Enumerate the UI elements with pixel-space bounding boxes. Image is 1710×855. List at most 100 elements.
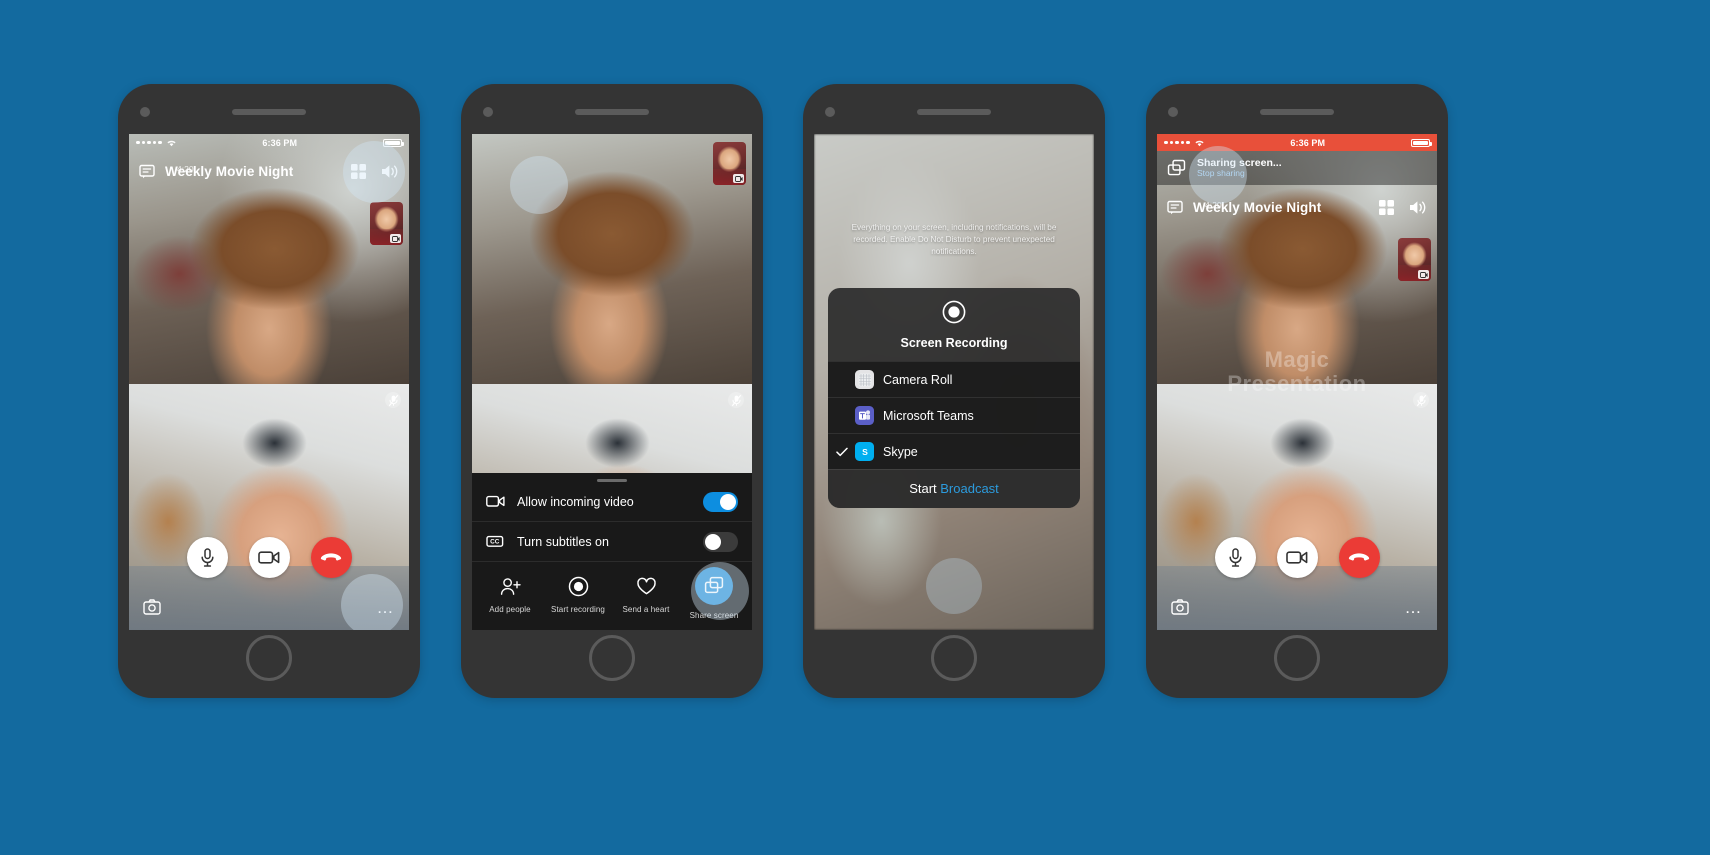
signal-dots-icon <box>136 140 162 145</box>
home-button[interactable] <box>1274 635 1320 681</box>
option-row-allow-incoming-video[interactable]: Allow incoming video <box>472 482 752 521</box>
camera-button[interactable] <box>1276 537 1318 578</box>
status-bar: 6:36 PM <box>129 134 409 151</box>
thumbnail-badge-icon <box>733 174 744 183</box>
camera-button[interactable] <box>248 537 290 578</box>
heart-icon <box>633 573 659 599</box>
action-label: Start recording <box>551 605 605 614</box>
call-header: Weekly Movie Night <box>129 151 409 191</box>
battery-icon <box>1411 138 1432 147</box>
speaker-icon[interactable] <box>380 163 399 180</box>
call-header: Weekly Movie Night <box>1157 187 1437 227</box>
watermark-line-2: Presentation <box>1227 371 1367 397</box>
grid-layout-icon[interactable] <box>1378 199 1395 216</box>
participant-thumbnail[interactable] <box>370 202 403 245</box>
pip-mute-icon <box>1413 392 1429 408</box>
sheet-title: Screen Recording <box>900 336 1008 350</box>
action-start-recording[interactable]: Start recording <box>546 573 610 614</box>
front-camera <box>825 107 835 117</box>
earpiece-speaker <box>575 109 649 115</box>
home-button[interactable] <box>931 635 977 681</box>
action-share-screen[interactable]: Share screen <box>682 567 746 620</box>
phone-2-screen: Allow incoming video CC Turn subtitles o… <box>472 134 752 630</box>
broadcast-option-skype[interactable]: S Skype <box>828 433 1080 469</box>
pip-mute-icon <box>385 392 401 408</box>
svg-text:S: S <box>862 447 868 457</box>
microphone-button[interactable] <box>186 537 228 578</box>
end-call-icon <box>320 552 342 561</box>
status-time: 6:36 PM <box>262 137 298 148</box>
microphone-button[interactable] <box>1214 537 1256 578</box>
flip-camera-icon <box>1171 599 1189 615</box>
screenshot-canvas: 6:36 PM Weekly Movie Night 4:20 … Allow … <box>0 0 1710 855</box>
broadcast-option-label: Skype <box>883 444 918 459</box>
more-options-button[interactable]: … <box>1405 599 1424 616</box>
earpiece-speaker <box>917 109 991 115</box>
home-button[interactable] <box>589 635 635 681</box>
phone-2-options: Allow incoming video CC Turn subtitles o… <box>461 84 763 698</box>
action-add-people[interactable]: Add people <box>478 573 542 614</box>
more-options-button[interactable]: … <box>377 599 396 616</box>
wifi-icon <box>1194 138 1205 147</box>
checkmark-icon <box>836 447 852 457</box>
broadcast-option-label: Microsoft Teams <box>883 408 974 423</box>
home-button[interactable] <box>246 635 292 681</box>
call-controls <box>1157 537 1437 578</box>
earpiece-speaker <box>232 109 306 115</box>
signal-dots-icon <box>1164 140 1190 145</box>
video-camera-icon <box>258 551 280 564</box>
microsoft-teams-icon <box>855 406 874 425</box>
thumbnail-badge-icon <box>1418 270 1429 279</box>
action-label: Share screen <box>689 611 739 620</box>
flip-camera-button[interactable] <box>143 599 161 617</box>
call-title: Weekly Movie Night <box>165 163 294 179</box>
microphone-icon <box>200 548 214 567</box>
participant-thumbnail[interactable] <box>713 142 746 185</box>
chat-bubble-icon[interactable] <box>139 164 155 179</box>
local-video-bottom <box>1157 383 1437 630</box>
microphone-icon <box>1228 548 1242 567</box>
end-call-button[interactable] <box>310 537 352 578</box>
sharing-screen-banner[interactable]: Sharing screen... Stop sharing <box>1157 151 1437 185</box>
sheet-header: Screen Recording <box>828 288 1080 361</box>
chat-bubble-icon[interactable] <box>1167 200 1183 215</box>
watermark-line-1: Magic <box>1264 347 1330 372</box>
speaker-icon[interactable] <box>1408 199 1427 216</box>
stop-sharing-link[interactable]: Stop sharing <box>1197 168 1282 179</box>
screen-recording-note: Everything on your screen, including not… <box>851 223 1057 256</box>
video-camera-icon <box>486 495 505 508</box>
front-camera <box>1168 107 1178 117</box>
pip-mute-icon <box>728 392 744 408</box>
action-send-a-heart[interactable]: Send a heart <box>614 573 678 614</box>
participant-thumbnail[interactable] <box>1398 238 1431 281</box>
toggle-allow-incoming-video[interactable] <box>703 491 738 512</box>
action-label: Add people <box>489 605 531 614</box>
wifi-icon <box>166 138 177 147</box>
add-person-icon <box>497 573 523 599</box>
front-camera <box>140 107 150 117</box>
broadcast-option-camera-roll[interactable]: Camera Roll <box>828 361 1080 397</box>
phone-1-screen: 6:36 PM Weekly Movie Night 4:20 … <box>129 134 409 630</box>
phone-3-broadcast: Everything on your screen, including not… <box>803 84 1105 698</box>
option-row-turn-subtitles-on[interactable]: CC Turn subtitles on <box>472 522 752 561</box>
start-broadcast-button[interactable]: Start Broadcast <box>828 469 1080 508</box>
toggle-turn-subtitles-on[interactable] <box>703 531 738 552</box>
svg-text:CC: CC <box>490 539 500 546</box>
share-screen-icon <box>695 567 733 605</box>
flip-camera-icon <box>143 599 161 615</box>
earpiece-speaker <box>1260 109 1334 115</box>
local-video-bottom <box>129 383 409 630</box>
grid-layout-icon[interactable] <box>350 163 367 180</box>
phone-1-incall: 6:36 PM Weekly Movie Night 4:20 … <box>118 84 420 698</box>
end-call-icon <box>1348 552 1370 561</box>
battery-icon <box>383 138 404 147</box>
call-action-bar: Add people Start recording Send a heart <box>472 561 752 630</box>
record-circle-icon <box>942 300 966 324</box>
broadcast-option-microsoft-teams[interactable]: Microsoft Teams <box>828 397 1080 433</box>
video-camera-icon <box>1286 551 1308 564</box>
screen-recording-sheet: Screen Recording Camera Roll Microsoft T… <box>828 288 1080 508</box>
flip-camera-button[interactable] <box>1171 599 1189 617</box>
closed-captions-icon: CC <box>486 535 505 548</box>
end-call-button[interactable] <box>1338 537 1380 578</box>
call-options-drawer: Allow incoming video CC Turn subtitles o… <box>472 473 752 630</box>
